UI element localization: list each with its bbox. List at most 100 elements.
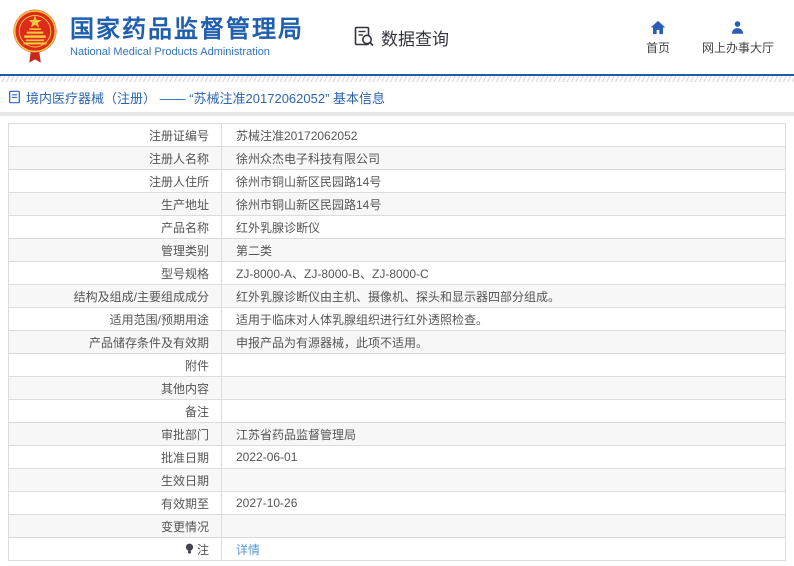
row-value: 红外乳腺诊断仪由主机、摄像机、探头和显示器四部分组成。 [222,285,785,307]
agency-name-cn: 国家药品监督管理局 [70,16,304,44]
row-label-text: 注册人名称 [149,150,209,167]
row-label: 备注 [9,400,222,422]
row-label-text: 变更情况 [161,518,209,535]
row-value [222,469,785,491]
row-value: 详情 [222,538,785,560]
header-nav: 首页 网上办事大厅 [646,20,774,56]
document-icon [8,90,21,104]
row-label-text: 型号规格 [161,265,209,282]
table-row: 管理类别第二类 [9,239,785,262]
row-label: 结构及组成/主要组成成分 [9,285,222,307]
row-label-text: 批准日期 [161,449,209,466]
row-label: 生产地址 [9,193,222,215]
row-value [222,400,785,422]
row-label: 有效期至 [9,492,222,514]
row-value: 徐州众杰电子科技有限公司 [222,147,785,169]
table-row: 审批部门 江苏省药品监督管理局 [9,423,785,446]
row-value: 2027-10-26 [222,492,785,514]
row-label: 管理类别 [9,239,222,261]
row-label-text: 产品储存条件及有效期 [89,334,209,351]
table-row: 产品名称 红外乳腺诊断仪 [9,216,785,239]
row-label-text: 生产地址 [161,196,209,213]
nav-home[interactable]: 首页 [646,20,670,56]
agency-brand: 国家药品监督管理局 National Medical Products Admi… [70,16,304,58]
info-table: 注册证编号苏械注准20172062052注册人名称徐州众杰电子科技有限公司注册人… [8,123,786,561]
table-row: 其他内容 [9,377,785,400]
table-row: 有效期至 2027-10-26 [9,492,785,515]
row-label-text: 注册人住所 [149,173,209,190]
table-row: 生效日期 [9,469,785,492]
row-value: 第二类 [222,239,785,261]
row-label-text: 附件 [185,357,209,374]
row-label: 产品名称 [9,216,222,238]
table-row: 备注 [9,400,785,423]
row-label-text: 适用范围/预期用途 [110,311,209,328]
row-label: 注册人名称 [9,147,222,169]
row-value-text: 申报产品为有源器械，此项不适用。 [236,334,428,351]
nav-home-label: 首页 [646,39,670,56]
data-query-label: 数据查询 [381,25,449,50]
table-row: 注册人名称 徐州众杰电子科技有限公司 [9,147,785,170]
detail-link[interactable]: 详情 [236,541,260,558]
data-query-icon [352,25,376,49]
row-value: 申报产品为有源器械，此项不适用。 [222,331,785,353]
table-row: 适用范围/预期用途 适用于临床对人体乳腺组织进行红外透照检查。 [9,308,785,331]
home-icon [650,20,666,35]
row-value-text: 2022-06-01 [236,450,297,464]
row-label: 生效日期 [9,469,222,491]
table-row: 结构及组成/主要组成成分红外乳腺诊断仪由主机、摄像机、探头和显示器四部分组成。 [9,285,785,308]
row-label-text: 有效期至 [161,495,209,512]
row-value: 徐州市铜山新区民园路14号 [222,170,785,192]
row-label-text: 产品名称 [161,219,209,236]
table-row: 变更情况 [9,515,785,538]
table-row: 注册证编号苏械注准20172062052 [9,124,785,147]
row-label: 产品储存条件及有效期 [9,331,222,353]
person-icon [730,20,745,35]
national-emblem-logo [10,8,60,66]
table-row: 产品储存条件及有效期 申报产品为有源器械，此项不适用。 [9,331,785,354]
row-label-text: 审批部门 [161,426,209,443]
row-value-text: 江苏省药品监督管理局 [236,426,356,443]
table-row: 附件 [9,354,785,377]
table-row: 生产地址 徐州市铜山新区民园路14号 [9,193,785,216]
row-label: 注册证编号 [9,124,222,146]
breadcrumb-text: 境内医疗器械（注册） —— “苏械注准20172062052” 基本信息 [26,88,385,107]
row-value-text: 徐州市铜山新区民园路14号 [236,196,381,213]
row-value: 苏械注准20172062052 [222,124,785,146]
row-label: 注 [9,538,222,560]
row-label-text: 其他内容 [161,380,209,397]
row-label: 型号规格 [9,262,222,284]
row-value-text: ZJ-8000-A、ZJ-8000-B、ZJ-8000-C [236,265,429,282]
row-value: 徐州市铜山新区民园路14号 [222,193,785,215]
row-label-text: 管理类别 [161,242,209,259]
row-label-text: 备注 [185,403,209,420]
row-value-text: 徐州市铜山新区民园路14号 [236,173,381,190]
row-label-text: 结构及组成/主要组成成分 [74,288,209,305]
row-value-text: 徐州众杰电子科技有限公司 [236,150,380,167]
row-label-text: 注 [197,541,209,558]
table-row: 注册人住所 徐州市铜山新区民园路14号 [9,170,785,193]
row-value-text: 2027-10-26 [236,496,297,510]
row-label: 注册人住所 [9,170,222,192]
row-value: 适用于临床对人体乳腺组织进行红外透照检查。 [222,308,785,330]
site-header: 国家药品监督管理局 National Medical Products Admi… [0,0,794,74]
row-label: 变更情况 [9,515,222,537]
note-icon [185,543,194,555]
row-value [222,377,785,399]
row-value: 2022-06-01 [222,446,785,468]
row-value: 江苏省药品监督管理局 [222,423,785,445]
data-query-section[interactable]: 数据查询 [352,25,449,50]
row-label: 其他内容 [9,377,222,399]
table-row: 批准日期 2022-06-01 [9,446,785,469]
row-label: 审批部门 [9,423,222,445]
row-value-text: 苏械注准20172062052 [236,127,357,144]
row-label: 批准日期 [9,446,222,468]
row-value: ZJ-8000-A、ZJ-8000-B、ZJ-8000-C [222,262,785,284]
row-value-text: 红外乳腺诊断仪 [236,219,320,236]
row-label-text: 生效日期 [161,472,209,489]
nav-service-hall[interactable]: 网上办事大厅 [702,20,774,56]
table-row: 注 详情 [9,538,785,560]
row-value-text: 适用于临床对人体乳腺组织进行红外透照检查。 [236,311,488,328]
row-label: 适用范围/预期用途 [9,308,222,330]
row-label: 附件 [9,354,222,376]
